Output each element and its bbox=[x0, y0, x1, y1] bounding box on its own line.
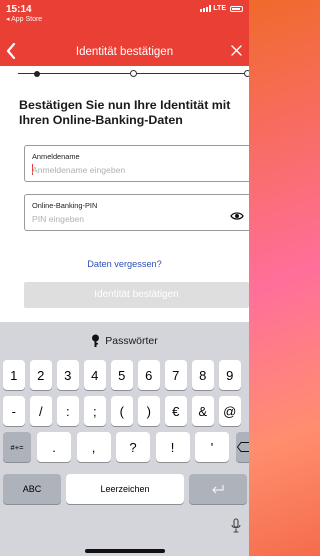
key[interactable]: / bbox=[30, 396, 52, 426]
header: 15:14 ◂ App Store LTE Identität bestätig… bbox=[0, 0, 249, 74]
microphone-button[interactable] bbox=[231, 518, 241, 539]
page-title: Identität bestätigen bbox=[75, 46, 174, 58]
passwords-label: Passwörter bbox=[105, 335, 158, 347]
return-key[interactable] bbox=[189, 474, 247, 504]
key[interactable]: ; bbox=[84, 396, 106, 426]
step-3 bbox=[244, 70, 249, 77]
key[interactable]: 3 bbox=[57, 360, 79, 390]
symbols-mode-key[interactable]: #+= bbox=[3, 432, 31, 462]
close-icon bbox=[231, 45, 242, 56]
abc-key[interactable]: ABC bbox=[3, 474, 61, 504]
step-2 bbox=[130, 70, 137, 77]
pin-field[interactable]: Online-Banking-PIN PIN eingeben bbox=[24, 194, 249, 231]
key[interactable]: . bbox=[37, 432, 71, 462]
key[interactable]: 8 bbox=[192, 360, 214, 390]
keyboard: Passwörter 123456789 - /:;() € & @ #+= .,?! '… bbox=[0, 322, 249, 556]
pin-input[interactable]: PIN eingeben bbox=[32, 214, 84, 224]
forgot-data-link[interactable]: Daten vergessen? bbox=[0, 259, 249, 269]
progress-stepper bbox=[18, 68, 249, 80]
close-button[interactable] bbox=[231, 44, 242, 60]
key[interactable]: 1 bbox=[3, 360, 25, 390]
show-pin-toggle[interactable] bbox=[230, 208, 244, 226]
key[interactable]: 5 bbox=[111, 360, 133, 390]
key[interactable]: ! bbox=[155, 432, 190, 462]
key[interactable]: , bbox=[76, 432, 111, 462]
back-to-app-link[interactable]: ◂ App Store bbox=[6, 15, 42, 23]
key[interactable]: - bbox=[3, 396, 25, 426]
eye-icon bbox=[230, 212, 244, 220]
home-indicator bbox=[85, 549, 165, 553]
key[interactable]: 4 bbox=[84, 360, 106, 390]
signal-icon bbox=[200, 5, 212, 12]
key[interactable]: ' bbox=[195, 432, 229, 462]
username-input[interactable]: Anmeldename eingeben bbox=[32, 165, 125, 175]
return-icon bbox=[212, 485, 224, 494]
key[interactable]: 6 bbox=[138, 360, 160, 390]
key[interactable]: 7 bbox=[165, 360, 187, 390]
key[interactable]: 9 bbox=[219, 360, 241, 390]
key[interactable]: 2 bbox=[30, 360, 52, 390]
key[interactable]: € bbox=[165, 396, 187, 426]
key[interactable]: ) bbox=[138, 396, 160, 426]
page-heading: Bestätigen Sie nun Ihre Identität mit Ih… bbox=[19, 98, 231, 127]
step-1-active bbox=[34, 71, 40, 77]
pin-label: Online-Banking-PIN bbox=[32, 201, 98, 210]
key[interactable]: ( bbox=[111, 396, 133, 426]
microphone-icon bbox=[231, 518, 241, 533]
space-key[interactable]: Leerzeichen bbox=[66, 474, 184, 504]
status-time: 15:14 bbox=[6, 4, 32, 15]
confirm-identity-button[interactable]: Identität bestätigen bbox=[24, 282, 249, 308]
key[interactable]: : bbox=[57, 396, 79, 426]
key-icon bbox=[92, 334, 100, 347]
battery-icon bbox=[230, 5, 243, 12]
delete-key[interactable] bbox=[236, 432, 249, 462]
username-field[interactable]: Anmeldename Anmeldename eingeben bbox=[24, 145, 249, 182]
status-indicators: LTE bbox=[200, 5, 243, 12]
main-content: Bestätigen Sie nun Ihre Identität mit Ih… bbox=[0, 66, 249, 322]
key[interactable]: & bbox=[192, 396, 214, 426]
passwords-toolbar[interactable]: Passwörter bbox=[0, 330, 249, 352]
key[interactable]: ? bbox=[116, 432, 150, 462]
app-screen: 15:14 ◂ App Store LTE Identität bestätig… bbox=[0, 0, 249, 556]
username-label: Anmeldename bbox=[32, 152, 80, 161]
delete-icon bbox=[237, 442, 249, 452]
key[interactable]: @ bbox=[219, 396, 241, 426]
network-type: LTE bbox=[213, 5, 226, 12]
